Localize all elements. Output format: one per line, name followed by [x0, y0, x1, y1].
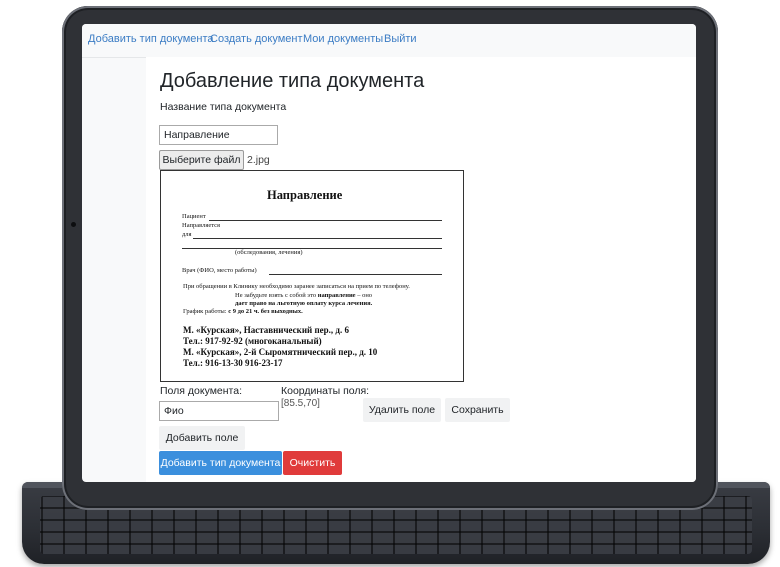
doc-note3: дает право на льготную оплату курса лече… [235, 300, 373, 307]
doc-tel1: Тел.: 917-92-92 (многоканальный) [183, 336, 322, 346]
doc-doctor: Врач (ФИО, место работы) [182, 267, 257, 274]
doc-addr1: М. «Курская», Наставнический пер., д. 6 [183, 325, 349, 335]
page-title: Добавление типа документа [160, 70, 425, 92]
doc-addr2: М. «Курская», 2-й Сыромятнический пер., … [183, 347, 378, 357]
add-field-button[interactable]: Добавить поле [159, 426, 245, 450]
doctype-name-input[interactable] [159, 125, 278, 145]
clear-button[interactable]: Очистить [283, 451, 342, 475]
doc-patient: Пациент [182, 213, 206, 220]
nav-logout-link[interactable]: Выйти [384, 33, 417, 45]
screen: Добавить тип документа Создать документ … [82, 24, 696, 482]
doc-directed: Направляется [182, 222, 221, 229]
doc-note1: При обращении в Клинику необходимо заран… [183, 283, 410, 290]
nav-add-doc-type-link[interactable]: Добавить тип документа [88, 33, 214, 45]
content-panel: Добавление типа документа Название типа … [146, 57, 696, 482]
doc-schedule: График работы: с 9 до 21 ч. без выходных… [183, 308, 303, 315]
fields-label: Поля документа: [160, 385, 243, 397]
coords-value: [85.5,70] [281, 398, 320, 409]
save-field-button[interactable]: Сохранить [445, 398, 510, 422]
doc-note2: Не забудьте взять с собой это направлени… [235, 292, 372, 299]
doc-line [269, 274, 442, 275]
document-preview-image[interactable]: Направление Пациент Направляется для (об… [160, 170, 464, 382]
camera-dot [71, 222, 76, 227]
coords-label: Координаты поля: [281, 385, 370, 397]
doc-line [209, 220, 442, 221]
doc-tel2: Тел.: 916-13-30 916-23-17 [183, 358, 283, 368]
doc-schedule-a: График работы: [183, 308, 229, 315]
field-name-input[interactable] [159, 401, 279, 421]
doc-note2c: – оно [355, 292, 373, 299]
choose-file-button[interactable]: Выберите файл [159, 150, 244, 170]
doc-for: для [182, 231, 192, 238]
doc-schedule-b: с 9 до 21 ч. без выходных. [228, 308, 303, 315]
doc-note2a: Не забудьте взять с собой это [235, 292, 318, 299]
doc-line [193, 238, 442, 239]
doc-note2b: направление [317, 292, 356, 299]
nav-my-docs-link[interactable]: Мои документы [303, 33, 383, 45]
delete-field-button[interactable]: Удалить поле [363, 398, 441, 422]
doc-line [182, 248, 442, 249]
add-doc-type-button[interactable]: Добавить тип документа [159, 451, 282, 475]
navbar: Добавить тип документа Создать документ … [82, 24, 696, 58]
doctype-name-label: Название типа документа [160, 101, 287, 113]
doc-heading: Направление [267, 188, 343, 202]
doc-exam-note: (обследования, лечения) [235, 249, 303, 256]
file-name: 2.jpg [247, 154, 270, 166]
nav-create-doc-link[interactable]: Создать документ [210, 33, 303, 45]
